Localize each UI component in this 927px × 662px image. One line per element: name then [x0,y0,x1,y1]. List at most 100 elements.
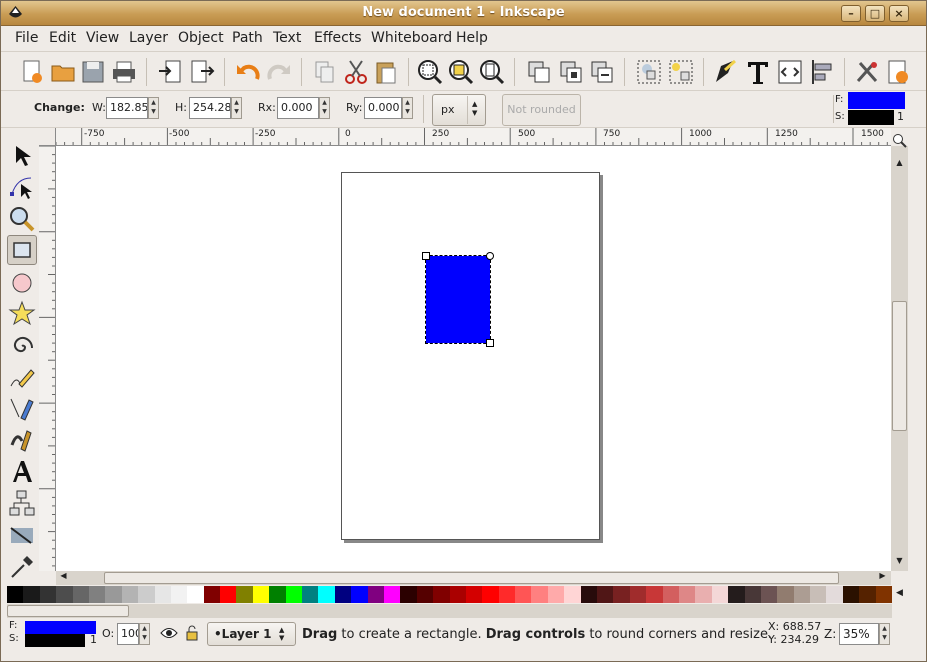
palette-swatch[interactable] [564,586,582,603]
palette-swatch[interactable] [203,586,221,603]
palette-swatch[interactable] [138,586,155,603]
menu-path[interactable]: Path [232,30,263,46]
palette-scrollbar[interactable] [7,604,892,618]
open-folder-icon[interactable] [48,57,78,87]
menu-view[interactable]: View [86,30,119,46]
cut-icon[interactable] [341,57,371,87]
palette-swatch[interactable] [433,586,450,603]
palette-swatch[interactable] [269,586,287,603]
preferences-icon[interactable] [852,57,882,87]
palette-swatch[interactable] [105,586,123,603]
zoom-page-icon[interactable] [477,57,507,87]
menu-layer[interactable]: Layer [129,30,168,46]
minimize-button[interactable]: – [841,5,861,22]
gradient-tool-icon[interactable] [7,520,37,550]
palette-swatch[interactable] [810,586,827,603]
palette-swatch[interactable] [597,586,614,603]
menu-help[interactable]: Help [456,30,488,46]
palette-swatch[interactable] [547,586,565,603]
xml-editor-icon[interactable] [775,57,805,87]
lock-icon[interactable] [185,624,199,641]
close-button[interactable]: × [889,5,909,22]
palette-swatch[interactable] [252,586,270,603]
palette-swatch[interactable] [777,586,795,603]
zoom-selection-icon[interactable] [415,57,445,87]
layer-selector[interactable]: •Layer 1 ▲ ▼ [207,622,296,646]
spiral-tool-icon[interactable] [7,331,37,361]
palette-swatch[interactable] [744,586,762,603]
text-font-icon[interactable] [743,57,773,87]
selector-tool-icon[interactable] [7,141,37,171]
palette-swatch[interactable] [662,586,680,603]
menu-edit[interactable]: Edit [49,30,76,46]
zoom-drawing-icon[interactable] [446,57,476,87]
document-properties-icon[interactable] [883,57,913,87]
resize-handle[interactable] [422,252,430,260]
horizontal-scrollbar[interactable]: ◀ ▶ [56,571,891,585]
export-icon[interactable] [187,57,217,87]
eye-icon[interactable] [160,625,178,641]
palette-swatch[interactable] [515,586,532,603]
blue-rectangle[interactable] [425,255,491,344]
rx-spinner[interactable]: ▲ ▼ [319,97,330,119]
palette-swatch[interactable] [302,586,319,603]
palette-swatch[interactable] [367,586,385,603]
palette-swatch[interactable] [39,586,57,603]
drawing-canvas[interactable] [56,146,891,571]
star-tool-icon[interactable] [7,299,37,329]
palette-swatch[interactable] [826,586,844,603]
node-tool-icon[interactable] [7,172,37,202]
ungroup-icon[interactable] [666,57,696,87]
redo-icon[interactable] [264,57,294,87]
calligraphy-tool-icon[interactable] [7,425,37,455]
rx-input[interactable]: 0.000 [277,97,319,119]
paste-icon[interactable] [371,57,401,87]
new-document-icon[interactable] [17,57,47,87]
status-stroke-swatch[interactable] [25,634,85,647]
horizontal-ruler[interactable]: -750 -500 -250 0 250 500 750 1000 1250 1… [56,128,891,146]
scroll-right-arrow-icon[interactable]: ▶ [876,571,889,585]
resize-handle[interactable] [486,339,494,347]
round-corner-handle[interactable] [486,252,494,260]
palette-swatch[interactable] [629,586,647,603]
ry-input[interactable]: 0.000 [364,97,402,119]
copy-icon[interactable] [310,57,340,87]
scroll-up-arrow-icon[interactable]: ▲ [892,158,907,171]
menu-text[interactable]: Text [273,30,301,46]
palette-scroll-thumb[interactable] [7,605,129,617]
palette-swatch[interactable] [482,586,500,603]
palette-swatch[interactable] [154,586,172,603]
unit-selector[interactable]: px ▲ ▼ [432,94,486,126]
palette-swatch[interactable] [793,586,811,603]
import-icon[interactable] [156,57,186,87]
scroll-left-arrow-icon[interactable]: ◀ [57,571,70,585]
save-icon[interactable] [78,57,108,87]
text-tool-icon[interactable] [7,457,37,487]
stroke-swatch[interactable] [848,110,894,125]
fill-swatch[interactable] [848,92,905,109]
palette-swatch[interactable] [7,586,24,603]
palette-swatch[interactable] [351,586,369,603]
group-icon[interactable] [634,57,664,87]
palette-swatch[interactable] [72,586,90,603]
ellipse-tool-icon[interactable] [7,268,37,298]
vertical-scroll-thumb[interactable] [892,301,907,431]
palette-swatch[interactable] [580,586,598,603]
pen-tool-icon[interactable] [7,394,37,424]
palette-swatch[interactable] [711,586,729,603]
palette-swatch[interactable] [875,586,893,603]
fill-stroke-icon[interactable] [711,57,741,87]
menu-effects[interactable]: Effects [314,30,362,46]
clone-icon[interactable] [556,57,586,87]
pencil-tool-icon[interactable] [7,362,37,392]
palette-swatch[interactable] [416,586,434,603]
palette-swatch[interactable] [449,586,467,603]
connector-tool-icon[interactable] [7,488,37,518]
palette-swatch[interactable] [760,586,778,603]
palette-swatch[interactable] [220,586,237,603]
horizontal-scroll-thumb[interactable] [104,572,839,584]
ry-spinner[interactable]: ▲ ▼ [402,97,413,119]
palette-swatch[interactable] [613,586,631,603]
opacity-spinner[interactable]: ▲ ▼ [139,623,150,645]
palette-swatch[interactable] [498,586,516,603]
